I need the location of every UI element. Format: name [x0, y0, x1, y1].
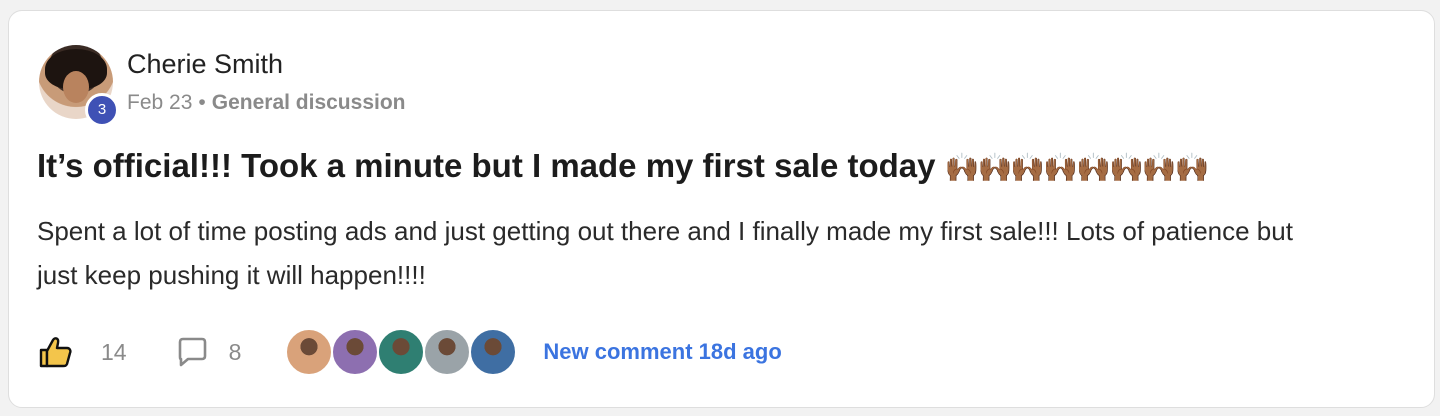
- commenter-avatar[interactable]: [331, 328, 380, 376]
- commenter-avatar[interactable]: [469, 328, 518, 376]
- post-title-text: It’s official!!! Took a minute but I mad…: [37, 147, 936, 184]
- level-badge: 3: [85, 93, 119, 127]
- commenter-avatar[interactable]: [423, 328, 472, 376]
- comment-count: 8: [228, 338, 242, 365]
- meta-separator: •: [198, 91, 206, 114]
- post-body: Spent a lot of time posting ads and just…: [37, 216, 1293, 290]
- like-count: 14: [101, 338, 127, 365]
- post-date: Feb 23: [127, 91, 193, 114]
- post-card[interactable]: 3 Cherie Smith Feb 23 • General discussi…: [8, 10, 1435, 408]
- post-meta: Feb 23 • General discussion: [127, 91, 406, 115]
- author-avatar-wrap[interactable]: 3: [39, 45, 119, 127]
- thumbs-up-icon: [39, 337, 72, 368]
- comment-button[interactable]: 8: [175, 335, 242, 369]
- like-button[interactable]: 14: [37, 334, 127, 370]
- post-category[interactable]: General discussion: [212, 91, 406, 115]
- raised-hands-emoji: 🙌🏾🙌🏾🙌🏾🙌🏾🙌🏾🙌🏾🙌🏾🙌🏾: [944, 152, 1210, 183]
- avatar-face: [63, 71, 89, 103]
- commenter-avatars[interactable]: [285, 328, 518, 376]
- new-comment-link[interactable]: New comment 18d ago: [543, 339, 781, 365]
- commenter-avatar[interactable]: [377, 328, 426, 376]
- post-footer: 14 8 New comment 18d ago: [37, 328, 782, 376]
- commenter-avatar[interactable]: [285, 328, 334, 376]
- author-name[interactable]: Cherie Smith: [127, 49, 283, 80]
- post-title[interactable]: It’s official!!! Took a minute but I mad…: [37, 147, 1210, 185]
- comment-bubble-icon: [178, 337, 206, 367]
